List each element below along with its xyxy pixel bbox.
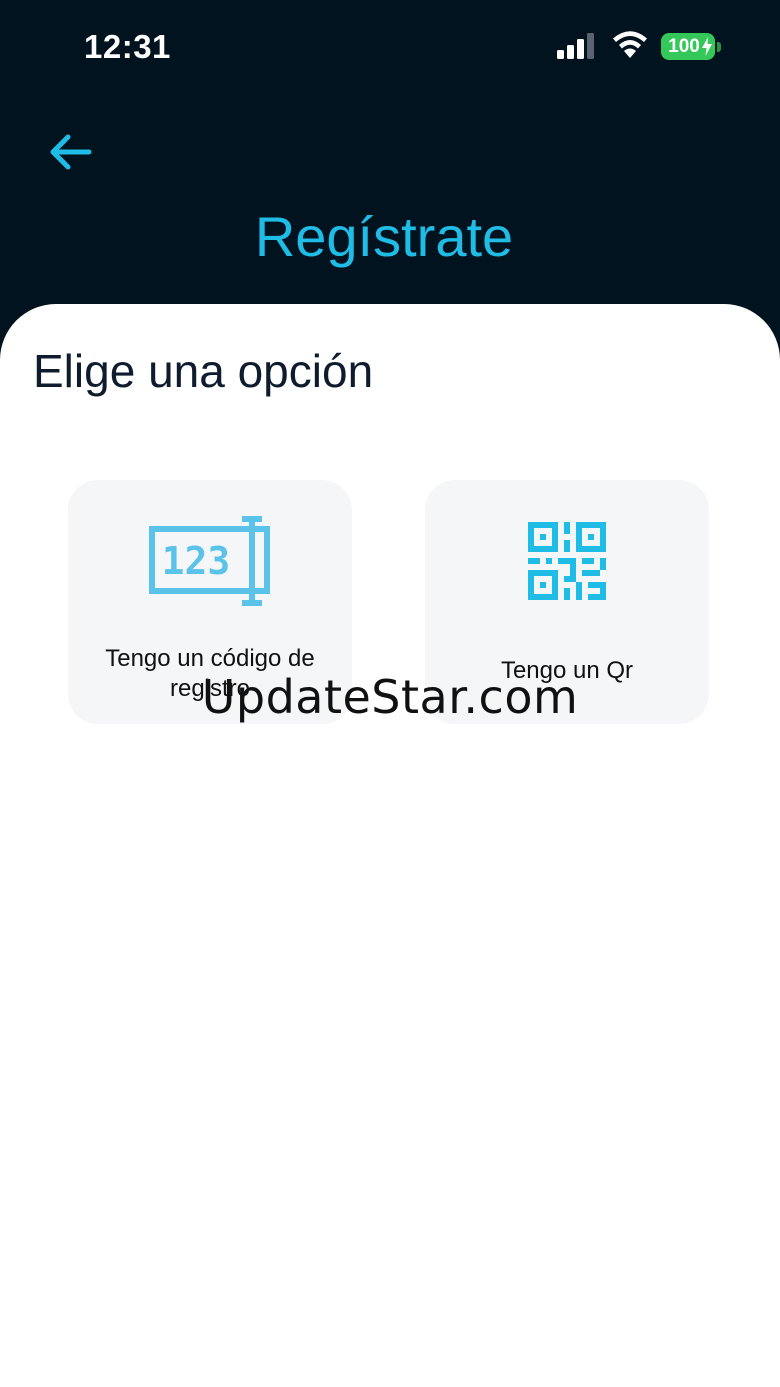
battery-tip [717,42,721,52]
battery-level: 100 [668,35,700,57]
wifi-icon [613,31,647,58]
back-button[interactable] [40,124,100,180]
content-sheet: Elige una opción 123 Tengo un código de … [0,304,780,1387]
registration-code-icon-text: 123 [162,539,231,583]
battery-icon: 100 [661,33,715,60]
section-heading: Elige una opción [33,345,374,397]
watermark: UpdateStar.com [201,670,579,724]
cellular-signal-icon [557,33,594,59]
arrow-left-icon [50,134,92,170]
status-time: 12:31 [84,28,171,65]
registration-code-icon: 123 [68,514,352,610]
charging-bolt-icon [702,37,712,56]
qr-code-icon [425,522,709,600]
status-bar: 12:31 100 [0,0,780,96]
page-title: Regístrate [254,205,514,268]
